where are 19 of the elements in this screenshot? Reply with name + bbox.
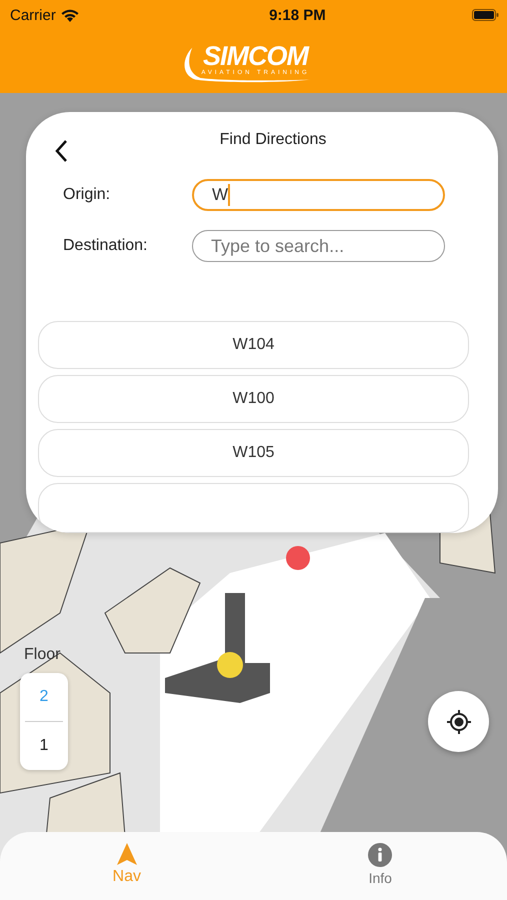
chevron-icon <box>54 138 68 163</box>
battery-icon <box>472 9 499 21</box>
result-item[interactable]: W100 <box>38 375 469 424</box>
result-item[interactable]: W104 <box>38 321 469 370</box>
floor-option[interactable]: 1 <box>20 722 68 770</box>
wifi-icon <box>60 8 79 22</box>
tab[interactable]: Info <box>254 832 507 900</box>
clock-time: 9:18 PM <box>268 6 326 24</box>
search-field[interactable]: Type to search... <box>192 230 445 262</box>
result-item[interactable]: W105 <box>38 429 469 478</box>
carrier-label: Carrier <box>10 6 56 24</box>
info-icon <box>368 842 392 866</box>
field-label: Destination: <box>63 237 148 256</box>
input-field[interactable]: W <box>192 179 445 212</box>
arrow-icon <box>116 842 137 864</box>
field-label: Origin: <box>63 186 112 204</box>
panel-title: Find Directions <box>218 130 328 149</box>
locate-icon <box>446 708 472 734</box>
floor-label: Floor <box>24 646 60 664</box>
